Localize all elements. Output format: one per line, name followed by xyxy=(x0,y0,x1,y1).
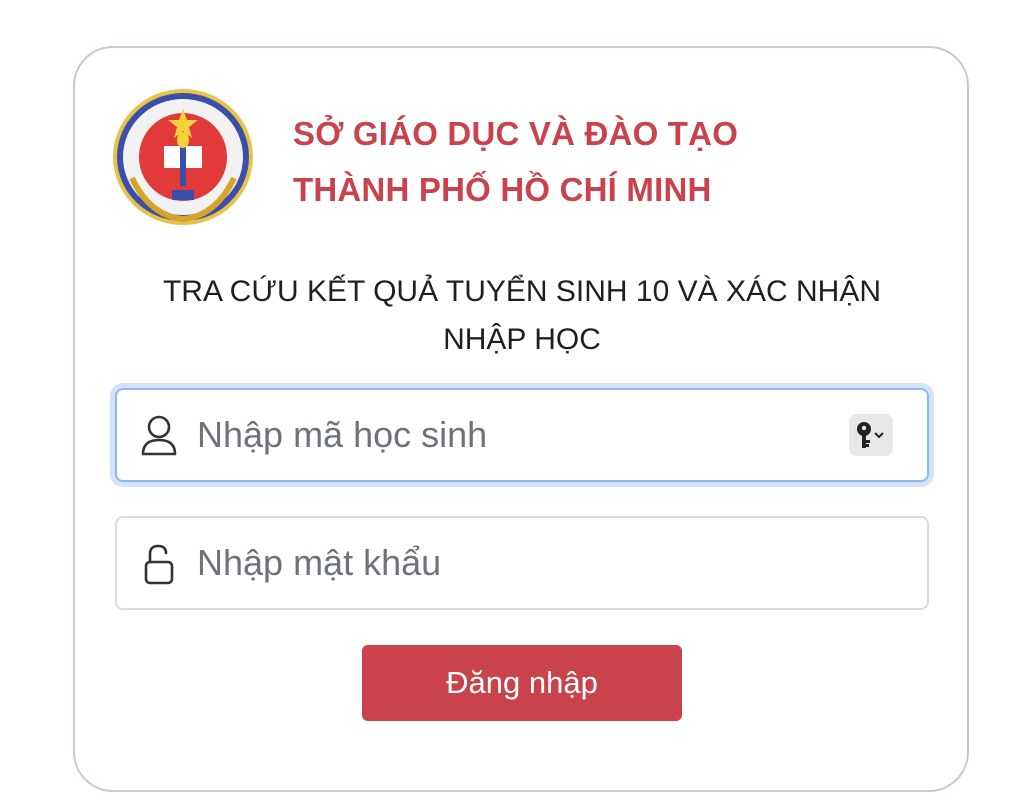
page-title-line2: NHẬP HỌC xyxy=(443,323,601,356)
password-manager-button[interactable] xyxy=(849,414,893,456)
password-field[interactable]: Nhập mật khẩu xyxy=(115,516,929,610)
key-icon xyxy=(857,422,884,448)
chevron-down-icon xyxy=(874,432,884,439)
org-name-line2: THÀNH PHỐ HỒ CHÍ MINH xyxy=(293,171,712,208)
student-id-placeholder: Nhập mã học sinh xyxy=(197,414,488,455)
password-placeholder: Nhập mật khẩu xyxy=(197,542,442,583)
organization-name: SỞ GIÁO DỤC VÀ ĐÀO TẠO THÀNH PHỐ HỒ CHÍ … xyxy=(293,106,738,218)
login-button[interactable]: Đăng nhập xyxy=(362,645,682,721)
org-name-line1: SỞ GIÁO DỤC VÀ ĐÀO TẠO xyxy=(293,115,739,152)
lock-icon xyxy=(144,544,174,585)
page-title-line1: TRA CỨU KẾT QUẢ TUYỂN SINH 10 VÀ XÁC NHẬ… xyxy=(162,275,881,308)
student-id-field[interactable]: Nhập mã học sinh xyxy=(115,388,929,482)
user-icon xyxy=(141,415,177,456)
department-emblem-logo xyxy=(113,89,253,225)
page-title: TRA CỨU KẾT QUẢ TUYỂN SINH 10 VÀ XÁC NHẬ… xyxy=(120,268,924,364)
